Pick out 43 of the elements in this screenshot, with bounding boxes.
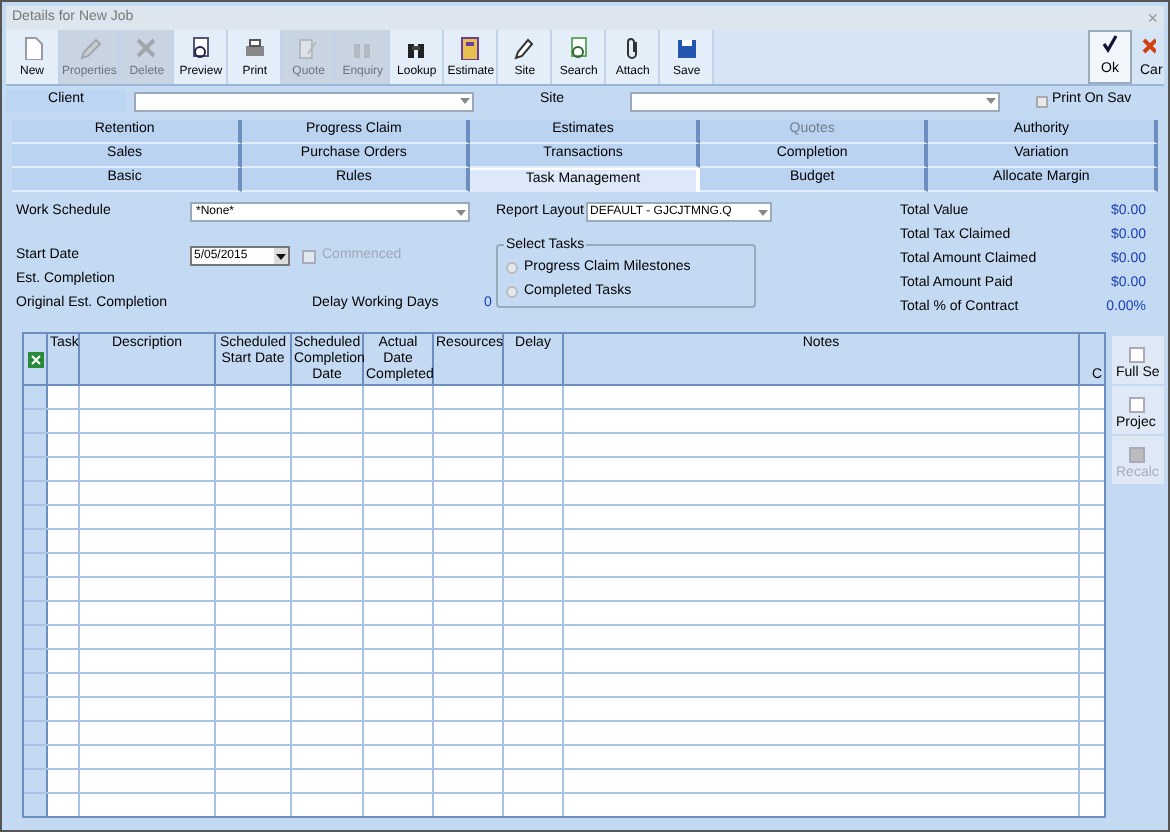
page-icon: [1128, 395, 1146, 413]
row-header[interactable]: [24, 506, 48, 528]
magnifier-page-icon: [188, 36, 213, 60]
page-icon: [1128, 345, 1146, 363]
row-header[interactable]: [24, 650, 48, 672]
spreadsheet-icon[interactable]: [27, 351, 43, 367]
calculator-icon: [458, 36, 483, 60]
row-header[interactable]: [24, 602, 48, 624]
page-icon: [1128, 445, 1146, 463]
row-header[interactable]: [24, 722, 48, 744]
row-header[interactable]: [24, 578, 48, 600]
cross-icon: [134, 36, 159, 60]
row-header[interactable]: [24, 770, 48, 792]
checkmark-icon: [1100, 33, 1120, 53]
cross-icon: [1140, 35, 1156, 55]
site-field[interactable]: [630, 91, 1000, 111]
dropdown-arrow-icon: [986, 98, 996, 104]
row-header[interactable]: [24, 410, 48, 432]
client-field[interactable]: [134, 91, 474, 111]
dropdown-arrow-icon: [758, 209, 768, 215]
printer-icon: [242, 36, 267, 60]
row-header[interactable]: [24, 434, 48, 456]
checkbox[interactable]: [1036, 95, 1048, 107]
row-header[interactable]: [24, 746, 48, 768]
dropdown-arrow-icon: [274, 248, 288, 264]
pencil-icon: [77, 36, 102, 60]
page-pencil-icon: [296, 36, 321, 60]
row-header[interactable]: [24, 674, 48, 696]
dropdown-arrow-icon: [456, 209, 466, 215]
pencil-icon: [512, 36, 537, 60]
radio-button[interactable]: [506, 262, 518, 274]
magnifier-page-icon: [566, 36, 591, 60]
row-header[interactable]: [24, 626, 48, 648]
row-header[interactable]: [24, 482, 48, 504]
row-header[interactable]: [24, 458, 48, 480]
row-header[interactable]: [24, 794, 48, 816]
row-header[interactable]: [24, 530, 48, 552]
row-header[interactable]: [24, 386, 48, 408]
dropdown-arrow-icon: [460, 98, 470, 104]
radio-button[interactable]: [506, 286, 518, 298]
page-icon: [20, 36, 44, 60]
row-header[interactable]: [24, 554, 48, 576]
row-header[interactable]: [24, 698, 48, 720]
